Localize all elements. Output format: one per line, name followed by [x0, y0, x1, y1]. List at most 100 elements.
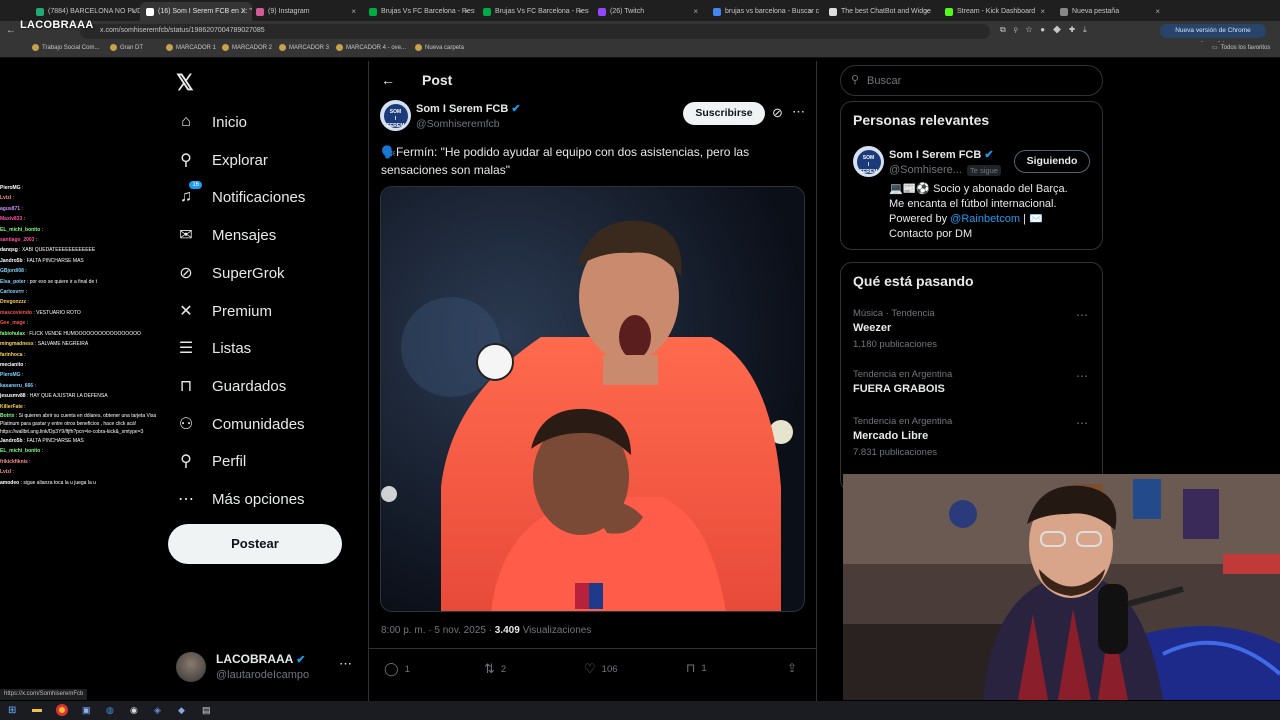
post-button[interactable]: Postear — [168, 524, 342, 564]
close-tab-icon[interactable]: × — [693, 7, 698, 16]
browser-tab[interactable]: Brujas Vs FC Barcelona - Resu × — [477, 2, 589, 21]
folder-icon[interactable]: ▬ — [32, 704, 42, 715]
url-text: x.com/somhiseremfcb/status/1986207004789… — [100, 27, 265, 34]
tab-title: Stream - Kick Dashboard — [957, 8, 1036, 15]
reply-button[interactable]: ◯ 1 — [384, 661, 410, 677]
like-button[interactable]: ♡ 106 — [584, 661, 618, 677]
subscribe-button[interactable]: Suscribirse — [683, 102, 765, 125]
close-tab-icon[interactable]: × — [578, 7, 583, 16]
heart-icon: ♡ — [584, 661, 596, 676]
more-icon[interactable]: ⋯ — [1076, 369, 1089, 383]
nav-item-comunidades[interactable]: ⚇ Comunidades — [176, 414, 305, 434]
bookmark-item[interactable]: MARCADOR 3 — [279, 44, 329, 51]
chat-message: Lvizl : — [0, 195, 14, 202]
trend-name[interactable]: Mercado Libre — [853, 430, 928, 442]
relevant-handle[interactable]: @Somhisere... — [889, 164, 962, 176]
nav-item-mensajes[interactable]: ✉ Mensajes — [176, 225, 276, 245]
browser-tab[interactable]: (16) Som I Serem FCB en X: " × — [140, 2, 252, 21]
close-tab-icon[interactable]: × — [464, 7, 469, 16]
bookmark-item[interactable]: Nueva carpeta — [415, 44, 464, 51]
sponsor-link[interactable]: @Rainbetcom — [950, 213, 1020, 225]
trend-name[interactable]: Weezer — [853, 322, 891, 334]
close-tab-icon[interactable]: × — [808, 7, 813, 16]
back-icon[interactable]: ← — [6, 25, 16, 36]
bookmark-item[interactable]: Gran DT — [110, 44, 143, 51]
app-icon[interactable]: ▤ — [202, 705, 211, 716]
chat-username: EL_michi_bonito — [0, 226, 41, 233]
bookmark-item[interactable]: MARCADOR 4 - ove... — [336, 44, 406, 51]
nav-item-perfil[interactable]: ⚲ Perfil — [176, 451, 246, 471]
chat-message: frikickfiknis : — [0, 458, 31, 465]
bookmark-button[interactable]: ⊓ 1 — [686, 661, 707, 675]
nav-item-supergrok[interactable]: ⊘ SuperGrok — [176, 263, 284, 283]
following-button[interactable]: Siguiendo — [1014, 150, 1090, 173]
close-tab-icon[interactable]: × — [241, 7, 246, 16]
account-switcher[interactable]: LACOBRAAA ✔ @lautarodeIcampo ⋯ — [176, 650, 356, 686]
chrome-icon[interactable] — [56, 704, 68, 716]
nav-item-guardados[interactable]: ⊓ Guardados — [176, 376, 286, 396]
browser-tab[interactable]: Stream - Kick Dashboard × — [939, 2, 1051, 21]
more-options-icon[interactable]: ⋯ — [792, 104, 805, 120]
close-tab-icon[interactable]: × — [1155, 7, 1160, 16]
close-tab-icon[interactable]: × — [131, 7, 136, 16]
chat-username: Dnvgonzzz — [0, 299, 27, 306]
close-tab-icon[interactable]: × — [1040, 7, 1045, 16]
browser-tab[interactable]: Brujas Vs FC Barcelona - Resu × — [363, 2, 475, 21]
windows-start-icon[interactable]: ⊞ — [8, 705, 16, 716]
search-input[interactable]: ⚲ Buscar — [840, 65, 1103, 96]
nav-item-listas[interactable]: ☰ Listas — [176, 338, 251, 358]
chat-text: HAY QUE AJUSTAR LA DEFENSA — [29, 393, 108, 400]
bookmark-item[interactable]: Trabajo Social Com... — [32, 44, 99, 51]
trend-name[interactable]: FUERA GRABOIS — [853, 383, 945, 395]
chat-message: jesusmv88 : HAY QUE AJUSTAR LA DEFENSA — [0, 393, 108, 400]
browser-tab[interactable]: (26) Twitch × — [592, 2, 704, 21]
toolbar-icons[interactable]: ⧉⚲☆●◆✚⤓ — [1000, 25, 1095, 35]
author-avatar[interactable]: SOM I SEREM — [380, 100, 411, 131]
author-name[interactable]: Som I Serem FCB — [416, 103, 508, 115]
address-bar[interactable]: x.com/somhiseremfcb/status/1986207004789… — [80, 24, 990, 39]
nav-label: Explorar — [212, 151, 268, 169]
browser-tab[interactable]: The best ChatBot and Widge × — [823, 2, 935, 21]
favicon-icon — [369, 7, 377, 16]
bookmark-item[interactable]: MARCADOR 1 — [166, 44, 216, 51]
chrome-update-button[interactable]: Nueva versión de Chrome disponible — [1160, 24, 1266, 48]
app-icon[interactable]: ▣ — [82, 705, 91, 716]
favicon-icon — [598, 7, 606, 16]
nav-item-inicio[interactable]: ⌂ Inicio — [176, 112, 247, 132]
app-icon[interactable]: ◆ — [178, 705, 185, 716]
search-icon: ⚲ — [851, 74, 860, 86]
nav-item-mas-opciones[interactable]: ⋯ Más opciones — [176, 489, 305, 509]
browser-tab[interactable]: brujas vs barcelona - Buscar c × — [707, 2, 819, 21]
favicon-icon — [1060, 7, 1068, 16]
discord-icon[interactable]: ◈ — [154, 705, 161, 716]
author-handle[interactable]: @Somhiseremfcb — [416, 118, 500, 130]
tab-title: Brujas Vs FC Barcelona - Resu — [381, 8, 475, 15]
bookmark-item[interactable]: MARCADOR 2 — [222, 44, 272, 51]
close-tab-icon[interactable]: × — [351, 7, 356, 16]
chat-username: Jandro5b — [0, 437, 23, 444]
browser-tab[interactable]: (9) Instagram × — [250, 2, 362, 21]
obs-icon[interactable]: ◉ — [130, 705, 138, 716]
bell-icon: ♫ 16 — [176, 181, 202, 207]
edge-icon[interactable]: ◍ — [106, 705, 114, 716]
back-arrow-icon[interactable]: ← — [381, 72, 395, 88]
more-icon[interactable]: ⋯ — [1076, 308, 1089, 322]
grok-icon[interactable]: ⊘ — [772, 105, 783, 121]
nav-item-notificaciones[interactable]: ♫ 16 Notificaciones — [176, 181, 305, 207]
stream-logo: LACOBRAAA — [20, 19, 94, 31]
post-image[interactable] — [380, 186, 805, 612]
more-icon[interactable]: ⋯ — [1076, 416, 1089, 430]
all-bookmarks[interactable]: ▭ Todos los favoritos — [1212, 44, 1270, 52]
close-tab-icon[interactable]: × — [924, 7, 929, 16]
more-icon[interactable]: ⋯ — [339, 656, 352, 672]
nav-item-explorar[interactable]: ⚲ Explorar — [176, 150, 268, 170]
browser-tab[interactable]: Nueva pestaña × — [1054, 2, 1166, 21]
chat-message: mingmadness : SALVAME NEGREIRA — [0, 341, 89, 348]
share-button[interactable]: ⇪ — [787, 661, 797, 675]
nav-item-premium[interactable]: ✕ Premium — [176, 301, 272, 321]
relevant-name[interactable]: Som I Serem FCB — [889, 149, 981, 161]
author-avatar[interactable]: SOM I SEREM — [853, 146, 884, 177]
post-time[interactable]: 8:00 p. m. · 5 nov. 2025 · — [381, 625, 495, 636]
repost-button[interactable]: ⇅ 2 — [484, 661, 506, 677]
x-logo-icon[interactable]: 𝕏 — [176, 70, 194, 96]
